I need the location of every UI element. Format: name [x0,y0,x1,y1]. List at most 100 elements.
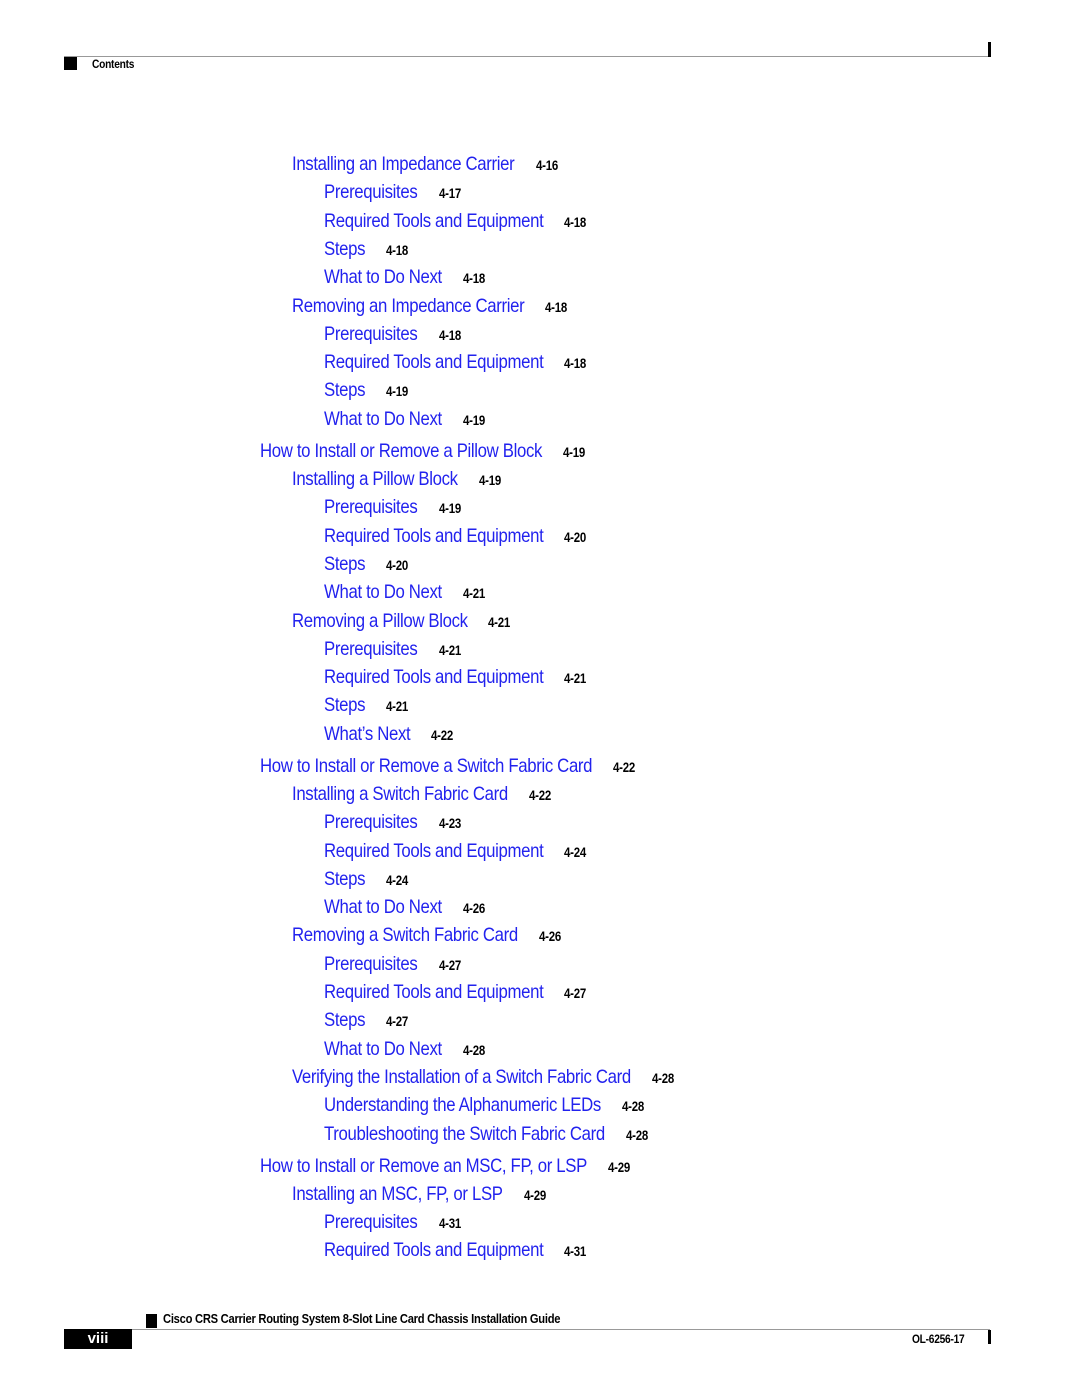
toc-entry[interactable]: Removing a Switch Fabric Card 4-26 [292,924,565,947]
toc-entry[interactable]: Steps 4-21 [324,694,412,717]
toc-entry-page[interactable]: 4-18 [463,271,485,286]
toc-entry-page[interactable]: 4-29 [524,1188,546,1203]
toc-entry-page[interactable]: 4-18 [386,243,408,258]
toc-entry-title[interactable]: Prerequisites [324,323,418,346]
toc-entry-page[interactable]: 4-20 [564,530,586,545]
toc-entry-title[interactable]: Steps [324,553,366,576]
toc-entry-title[interactable]: Required Tools and Equipment [324,210,544,233]
toc-entry-page[interactable]: 4-28 [652,1071,674,1086]
toc-entry-title[interactable]: Removing a Switch Fabric Card [292,924,518,947]
toc-entry-page[interactable]: 4-26 [463,901,485,916]
toc-entry-page[interactable]: 4-17 [439,186,461,201]
toc-entry-page[interactable]: 4-27 [439,958,461,973]
toc-entry[interactable]: Installing a Switch Fabric Card 4-22 [292,783,555,806]
toc-entry[interactable]: Prerequisites 4-27 [324,953,465,976]
toc-entry[interactable]: Installing an Impedance Carrier 4-16 [292,153,562,176]
toc-entry-title[interactable]: Troubleshooting the Switch Fabric Card [324,1123,605,1146]
toc-entry[interactable]: Required Tools and Equipment 4-24 [324,840,590,863]
toc-entry-page[interactable]: 4-19 [479,473,501,488]
toc-entry-title[interactable]: Steps [324,694,366,717]
toc-entry[interactable]: Required Tools and Equipment 4-21 [324,666,590,689]
toc-entry[interactable]: Prerequisites 4-23 [324,811,465,834]
toc-entry[interactable]: How to Install or Remove a Pillow Block 4… [260,440,589,463]
toc-entry-page[interactable]: 4-18 [564,356,586,371]
toc-entry[interactable]: Required Tools and Equipment 4-27 [324,981,590,1004]
toc-entry[interactable]: Prerequisites 4-21 [324,638,465,661]
toc-entry-title[interactable]: Steps [324,868,366,891]
toc-entry-page[interactable]: 4-22 [431,728,453,743]
toc-entry[interactable]: Steps 4-19 [324,379,412,402]
toc-entry-title[interactable]: Prerequisites [324,953,418,976]
toc-entry[interactable]: What to Do Next 4-21 [324,581,489,604]
toc-entry-title[interactable]: Prerequisites [324,638,418,661]
toc-entry-title[interactable]: Installing an MSC, FP, or LSP [292,1183,503,1206]
toc-entry-page[interactable]: 4-31 [439,1216,461,1231]
toc-entry-title[interactable]: Removing a Pillow Block [292,610,468,633]
toc-entry-page[interactable]: 4-22 [613,760,635,775]
toc-entry-page[interactable]: 4-29 [608,1160,630,1175]
toc-entry-page[interactable]: 4-27 [564,986,586,1001]
toc-entry-page[interactable]: 4-28 [463,1043,485,1058]
toc-entry-page[interactable]: 4-31 [564,1244,586,1259]
toc-entry-title[interactable]: Prerequisites [324,811,418,834]
toc-entry-title[interactable]: What to Do Next [324,408,442,431]
toc-entry-title[interactable]: What to Do Next [324,1038,442,1061]
toc-entry-page[interactable]: 4-19 [463,413,485,428]
toc-entry[interactable]: Removing a Pillow Block 4-21 [292,610,514,633]
toc-entry-title[interactable]: Required Tools and Equipment [324,981,544,1004]
toc-entry[interactable]: Steps 4-27 [324,1009,412,1032]
toc-entry-page[interactable]: 4-21 [564,671,586,686]
toc-entry[interactable]: Steps 4-24 [324,868,412,891]
toc-entry[interactable]: Installing an MSC, FP, or LSP 4-29 [292,1183,550,1206]
toc-entry-title[interactable]: Steps [324,1009,366,1032]
toc-entry-page[interactable]: 4-19 [439,501,461,516]
toc-entry[interactable]: Prerequisites 4-31 [324,1211,465,1234]
toc-entry[interactable]: Required Tools and Equipment 4-18 [324,210,590,233]
toc-entry-title[interactable]: Required Tools and Equipment [324,666,544,689]
toc-entry-title[interactable]: What to Do Next [324,896,442,919]
toc-entry[interactable]: Prerequisites 4-19 [324,496,465,519]
toc-entry-title[interactable]: Steps [324,379,366,402]
toc-entry-page[interactable]: 4-21 [463,586,485,601]
toc-entry-page[interactable]: 4-20 [386,558,408,573]
toc-entry-title[interactable]: How to Install or Remove a Switch Fabric… [260,755,593,778]
toc-entry[interactable]: Verifying the Installation of a Switch F… [292,1066,678,1089]
toc-entry-title[interactable]: What to Do Next [324,581,442,604]
toc-entry-title[interactable]: Installing a Pillow Block [292,468,458,491]
toc-entry[interactable]: Prerequisites 4-17 [324,181,465,204]
toc-entry[interactable]: How to Install or Remove an MSC, FP, or … [260,1155,634,1178]
toc-entry-title[interactable]: What to Do Next [324,266,442,289]
toc-entry-title[interactable]: Required Tools and Equipment [324,840,544,863]
toc-entry-title[interactable]: Steps [324,238,366,261]
toc-entry-page[interactable]: 4-21 [439,643,461,658]
toc-entry-page[interactable]: 4-28 [626,1128,648,1143]
toc-entry[interactable]: What to Do Next 4-18 [324,266,489,289]
toc-entry-page[interactable]: 4-23 [439,816,461,831]
toc-entry-title[interactable]: Prerequisites [324,496,418,519]
toc-entry-page[interactable]: 4-24 [564,845,586,860]
toc-entry[interactable]: Installing a Pillow Block 4-19 [292,468,505,491]
toc-entry-page[interactable]: 4-24 [386,873,408,888]
toc-entry-page[interactable]: 4-21 [386,699,408,714]
toc-entry[interactable]: Prerequisites 4-18 [324,323,465,346]
toc-entry-page[interactable]: 4-18 [564,215,586,230]
toc-entry[interactable]: Required Tools and Equipment 4-18 [324,351,590,374]
toc-entry[interactable]: Required Tools and Equipment 4-31 [324,1239,590,1262]
toc-entry[interactable]: Removing an Impedance Carrier 4-18 [292,295,571,318]
toc-entry-page[interactable]: 4-28 [622,1099,644,1114]
toc-entry-title[interactable]: Understanding the Alphanumeric LEDs [324,1094,601,1117]
toc-entry[interactable]: What to Do Next 4-26 [324,896,489,919]
toc-entry-title[interactable]: Prerequisites [324,1211,418,1234]
toc-entry-title[interactable]: What’s Next [324,723,411,746]
toc-entry-page[interactable]: 4-21 [488,615,510,630]
toc-entry-title[interactable]: Required Tools and Equipment [324,351,544,374]
toc-entry[interactable]: Understanding the Alphanumeric LEDs 4-28 [324,1094,648,1117]
toc-entry-title[interactable]: Prerequisites [324,181,418,204]
toc-entry-page[interactable]: 4-19 [386,384,408,399]
toc-entry[interactable]: Troubleshooting the Switch Fabric Card 4-… [324,1123,652,1146]
toc-entry-title[interactable]: How to Install or Remove a Pillow Block [260,440,542,463]
toc-entry[interactable]: Required Tools and Equipment 4-20 [324,525,590,548]
toc-entry-title[interactable]: Removing an Impedance Carrier [292,295,525,318]
toc-entry[interactable]: How to Install or Remove a Switch Fabric… [260,755,639,778]
toc-entry-page[interactable]: 4-16 [536,158,558,173]
